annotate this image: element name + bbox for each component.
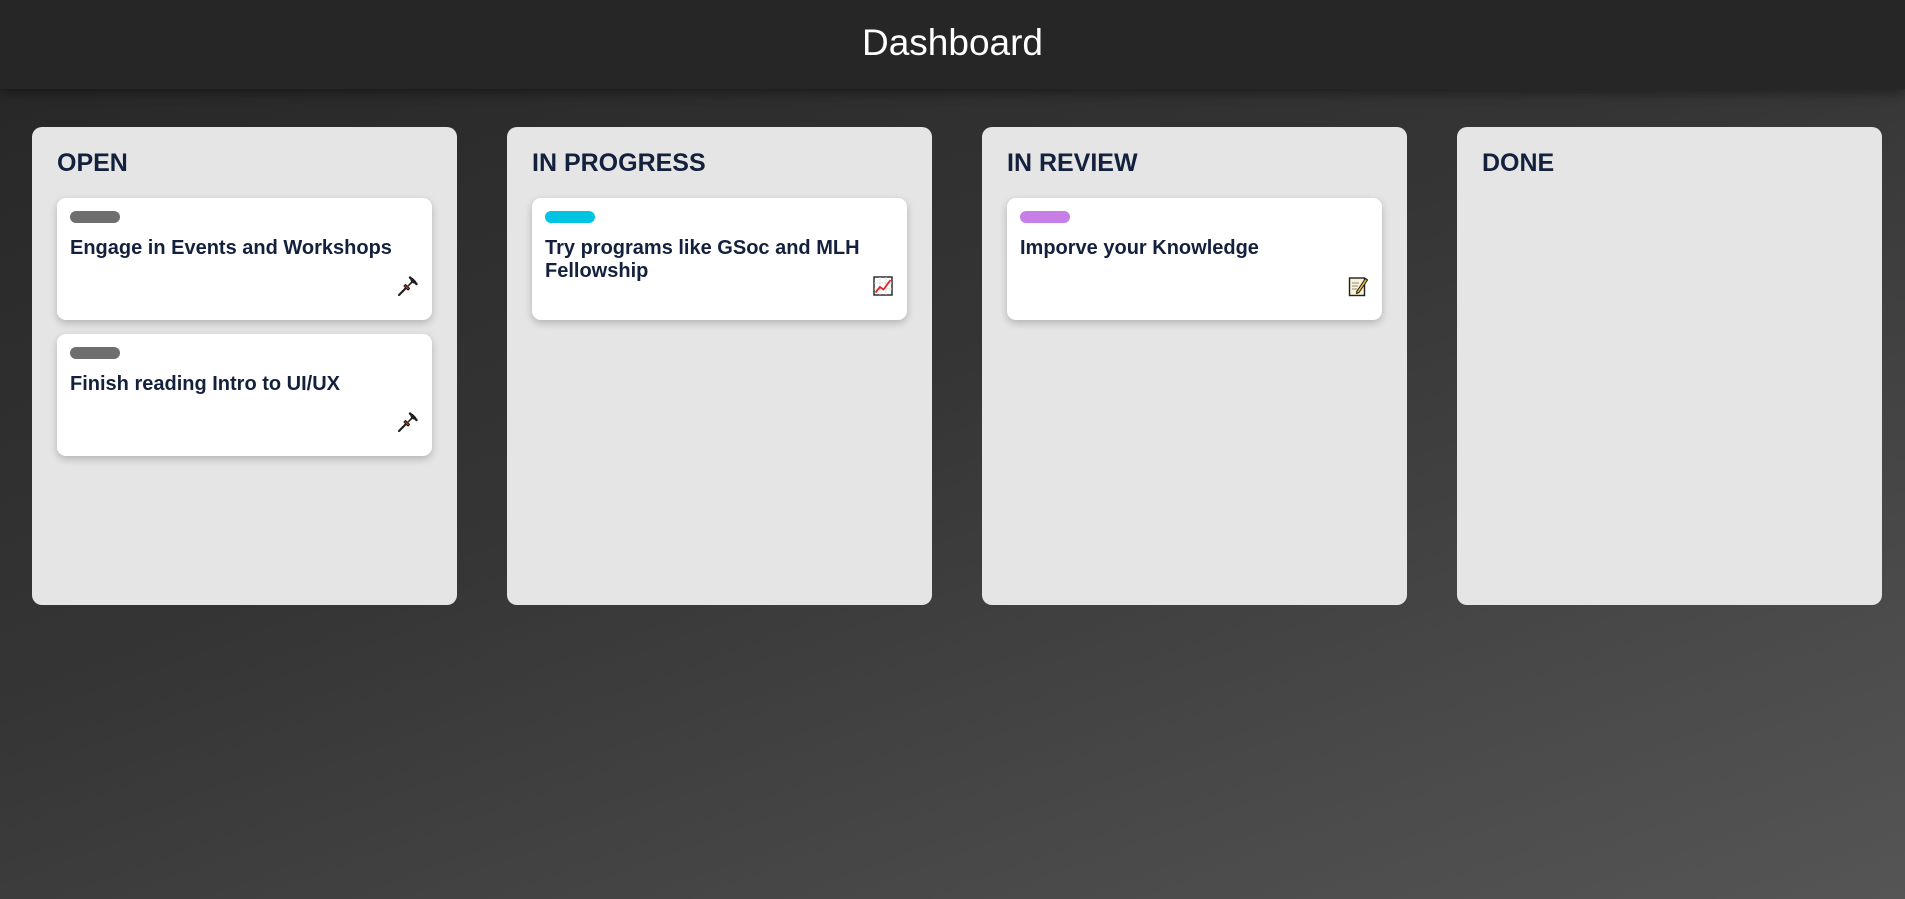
chart-increasing-icon xyxy=(873,276,893,296)
column-open: OPEN Engage in Events and Workshops Fini… xyxy=(32,127,457,605)
task-card[interactable]: Imporve your Knowledge xyxy=(1007,198,1382,320)
pushpin-icon xyxy=(397,412,418,433)
task-card[interactable]: Engage in Events and Workshops xyxy=(57,198,432,320)
column-title: IN REVIEW xyxy=(1007,149,1138,177)
pushpin-icon xyxy=(397,276,418,297)
column-in-progress: IN PROGRESS Try programs like GSoc and M… xyxy=(507,127,932,605)
column-done: DONE xyxy=(1457,127,1882,605)
app-header: Dashboard xyxy=(0,0,1905,89)
kanban-board: OPEN Engage in Events and Workshops Fini… xyxy=(32,127,1882,605)
card-title: Try programs like GSoc and MLH Fellowshi… xyxy=(545,237,860,282)
column-title: OPEN xyxy=(57,149,128,177)
column-title: DONE xyxy=(1482,149,1555,177)
tag-label xyxy=(1020,211,1070,223)
column-in-review: IN REVIEW Imporve your Knowledge xyxy=(982,127,1407,605)
tag-label xyxy=(70,347,120,359)
memo-icon xyxy=(1348,277,1369,297)
page-title: Dashboard xyxy=(861,21,1043,63)
card-title: Engage in Events and Workshops xyxy=(70,237,392,259)
task-card[interactable]: Finish reading Intro to UI/UX xyxy=(57,334,432,456)
column-title: IN PROGRESS xyxy=(532,149,706,177)
card-title: Finish reading Intro to UI/UX xyxy=(70,373,340,395)
card-title: Imporve your Knowledge xyxy=(1020,237,1259,259)
tag-label xyxy=(70,211,120,223)
task-card[interactable]: Try programs like GSoc and MLH Fellowshi… xyxy=(532,198,907,320)
tag-label xyxy=(545,211,595,223)
